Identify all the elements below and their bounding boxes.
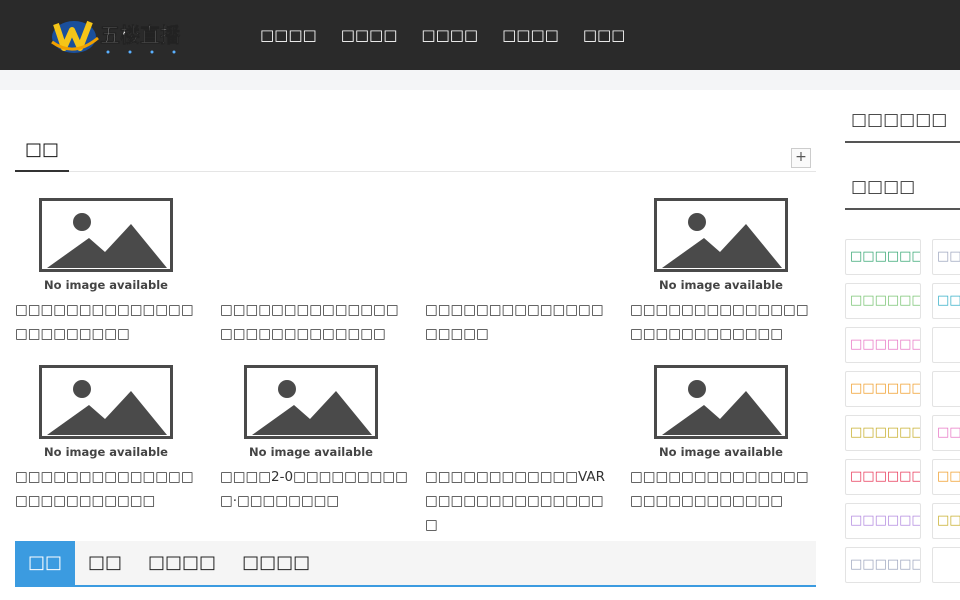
tag-link[interactable]: □□□□□□□ — [845, 283, 921, 319]
sidebar-heading-2: □□□□ — [845, 174, 960, 210]
news-card-title[interactable]: □□□□□□□□□□□□□□□□□□□□□□□ — [15, 298, 205, 346]
news-card-title[interactable]: □□□□□□□□□□□□VAR□□□□□□□□□□□□□□□ — [425, 465, 615, 537]
logo-text: 五楼直播 — [100, 23, 181, 47]
expand-button[interactable]: + — [791, 148, 811, 168]
nav-item-5[interactable]: □□□ — [583, 26, 626, 44]
section-header: □□ + — [15, 136, 816, 172]
no-image-caption: No image available — [44, 445, 168, 459]
logo-graphic: 五楼直播 — [51, 20, 181, 54]
no-image-caption: No image available — [44, 278, 168, 292]
image-placeholder-icon: No image available — [654, 365, 788, 459]
sidebar-heading-1-text: □□□□□□ — [851, 110, 948, 130]
tag-link[interactable]: □□□□□□□□ — [845, 371, 921, 407]
tag-link[interactable]: □□□□□□□□ — [845, 459, 921, 495]
news-card-title[interactable]: □□□□□□□□□□□□□□□□□□□ — [425, 298, 615, 346]
tag-link[interactable]: □□□□□□□ — [845, 415, 921, 451]
tag-link[interactable]: □□□ — [932, 459, 960, 495]
no-image-caption: No image available — [659, 445, 783, 459]
tab-1[interactable]: □□ — [15, 541, 76, 585]
tag-link[interactable]: □□□□□□□□ — [845, 327, 921, 363]
tag-link[interactable]: □□□ — [932, 239, 960, 275]
section-title: □□ — [15, 136, 70, 172]
category-tabs: □□ □□ □□□□ □□□□ — [15, 541, 816, 587]
thumbnail-placeholder[interactable]: No image available — [39, 198, 173, 292]
image-placeholder-icon: No image available — [39, 198, 173, 292]
tab-3[interactable]: □□□□ — [135, 541, 229, 585]
news-card-title[interactable]: □□□□□□□□□□□□□□□□□□□□□□□□□□ — [630, 298, 820, 346]
top-header: 五楼直播 □□□□ □□□□ □□□□ □□□□ □□□ — [0, 0, 960, 70]
tag-link[interactable] — [932, 547, 960, 583]
tag-link[interactable]: □□□ — [932, 283, 960, 319]
thumbnail-placeholder[interactable]: No image available — [654, 365, 788, 459]
news-card-title[interactable]: □□□□2-0□□□□□□□□□□·□□□□□□□□ — [220, 465, 410, 513]
news-card-title[interactable]: □□□□□□□□□□□□□□□□□□□□□□□□□□□ — [220, 298, 410, 346]
image-placeholder-icon: No image available — [654, 198, 788, 292]
nav-item-3[interactable]: □□□□ — [421, 26, 478, 44]
tag-link[interactable]: □□□ — [932, 415, 960, 451]
tab-2[interactable]: □□ — [75, 541, 135, 585]
tag-link[interactable]: □□□ — [932, 503, 960, 539]
sidebar-heading-1: □□□□□□ — [845, 107, 960, 143]
image-placeholder-icon: No image available — [39, 365, 173, 459]
nav-item-1[interactable]: □□□□ — [260, 26, 317, 44]
image-placeholder-icon: No image available — [244, 365, 378, 459]
thumbnail-placeholder[interactable]: No image available — [654, 198, 788, 292]
tag-link[interactable] — [932, 327, 960, 363]
news-card-title[interactable]: □□□□□□□□□□□□□□□□□□□□□□□□□ — [15, 465, 205, 513]
sidebar-heading-2-text: □□□□ — [851, 177, 916, 197]
no-image-caption: No image available — [659, 278, 783, 292]
nav-item-2[interactable]: □□□□ — [341, 26, 398, 44]
tag-link[interactable]: □□□□□□ — [845, 547, 921, 583]
right-sidebar: □□□□□□ □□□□ □□□□□ □□□□□ □□□□□ □□□□□ □□□□□ □□□… — [845, 90, 960, 600]
news-card-title[interactable]: □□□□□□□□□□□□□□□□□□□□□□□□□□ — [630, 465, 820, 513]
tag-link[interactable]: □□□□□□□□ — [845, 239, 921, 275]
site-logo[interactable]: 五楼直播 — [48, 12, 188, 58]
main-nav: □□□□ □□□□ □□□□ □□□□ □□□ — [248, 0, 637, 70]
header-spacer — [0, 70, 960, 90]
thumbnail-placeholder[interactable]: No image available — [39, 365, 173, 459]
tag-link[interactable]: □□□□□□□□ — [845, 503, 921, 539]
tag-link[interactable] — [932, 371, 960, 407]
thumbnail-placeholder[interactable]: No image available — [244, 365, 378, 459]
tab-4[interactable]: □□□□ — [229, 541, 323, 585]
nav-item-4[interactable]: □□□□ — [502, 26, 559, 44]
no-image-caption: No image available — [249, 445, 373, 459]
